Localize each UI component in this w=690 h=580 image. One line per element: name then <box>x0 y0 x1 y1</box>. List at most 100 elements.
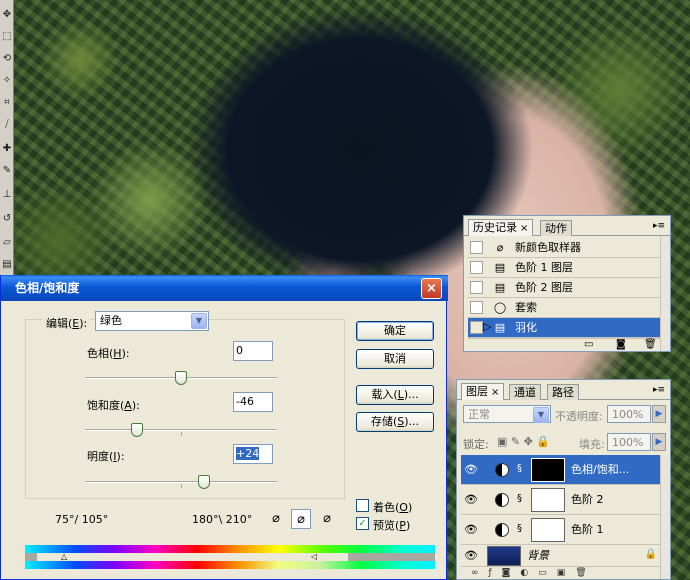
edit-range-select[interactable]: 绿色 ▼ <box>95 311 209 331</box>
history-item-selected[interactable]: ▤ 羽化 <box>468 318 662 338</box>
panel-menu-icon[interactable]: ▸≡ <box>652 384 666 396</box>
lock-icons[interactable]: ▣ ✎ ✥ 🔒 <box>497 435 550 448</box>
opacity-field[interactable]: 100% <box>607 405 651 423</box>
trash-icon[interactable]: 🗑 <box>644 339 657 350</box>
history-brush-tool-icon[interactable]: ↺ <box>1 212 13 226</box>
slider-tick <box>181 432 182 436</box>
visibility-eye-icon[interactable]: 👁 <box>463 523 479 537</box>
eyedropper-icon[interactable]: ⌀ <box>266 509 286 529</box>
opacity-arrow-icon[interactable]: ▶ <box>652 405 666 423</box>
edit-shortcut-key: E <box>72 317 80 330</box>
range-handle-inner-right[interactable]: ◁ <box>311 553 317 561</box>
magic-wand-tool-icon[interactable]: ✧ <box>1 74 13 88</box>
ok-button[interactable]: 确定 <box>356 321 434 341</box>
lasso-tool-icon[interactable]: ⟲ <box>1 52 13 66</box>
saturation-input[interactable]: -46 <box>233 392 273 412</box>
history-panel: 历史记录 × 动作 ▸≡ ⌀ 新颜色取样器 ▤ 色阶 1 图层 ▤ 色阶 2 图层… <box>463 215 671 352</box>
layer-name: 色阶 1 <box>571 523 604 536</box>
visibility-eye-icon[interactable]: 👁 <box>463 463 479 477</box>
history-item[interactable]: ▤ 色阶 1 图层 <box>468 258 662 278</box>
history-item[interactable]: ⌀ 新颜色取样器 <box>468 238 662 258</box>
eraser-tool-icon[interactable]: ▱ <box>1 236 13 250</box>
layer-row[interactable]: 👁 § 色阶 1 <box>461 515 661 545</box>
tab-channels[interactable]: 通道 <box>509 384 541 400</box>
close-icon[interactable]: × <box>491 387 499 398</box>
colorize-shortcut-key: O <box>399 501 408 514</box>
layer-icon: ▤ <box>494 261 506 274</box>
range-handle-inner-left[interactable]: △ <box>61 553 67 561</box>
history-item[interactable]: ▤ 色阶 2 图层 <box>468 278 662 298</box>
saturation-slider-track[interactable] <box>85 429 277 431</box>
slice-tool-icon[interactable]: ⧸ <box>1 118 13 132</box>
hue-slider-thumb[interactable] <box>175 371 187 385</box>
layer-name: 背景 <box>527 549 549 562</box>
cancel-button[interactable]: 取消 <box>356 349 434 369</box>
saturation-slider-thumb[interactable] <box>130 423 143 437</box>
layer-row[interactable]: 👁 § 色相/饱和... <box>461 455 661 485</box>
lightness-input[interactable]: +24 <box>233 444 273 464</box>
blend-mode-select[interactable]: 正常 ▼ <box>463 405 551 423</box>
layers-scrollbar[interactable] <box>660 455 670 579</box>
new-document-icon[interactable]: ▭ <box>584 339 593 350</box>
history-source-checkbox[interactable] <box>470 301 483 314</box>
history-scrollbar[interactable] <box>660 236 670 351</box>
range-handle-right[interactable] <box>348 553 435 561</box>
gradient-tool-icon[interactable]: ▤ <box>1 258 13 272</box>
layer-row[interactable]: 👁 § 色阶 2 <box>461 485 661 515</box>
layer-mask-thumbnail[interactable] <box>531 488 565 512</box>
layer-thumbnail[interactable] <box>487 546 521 566</box>
layer-name: 色相/饱和... <box>571 463 630 476</box>
visibility-eye-icon[interactable]: 👁 <box>463 549 479 563</box>
tab-actions[interactable]: 动作 <box>540 220 572 236</box>
layer-row[interactable]: 👁 背景 🔒 <box>461 545 661 567</box>
history-source-checkbox[interactable] <box>470 241 483 254</box>
eyedropper-subtract-icon[interactable]: ⌀ <box>317 509 337 529</box>
move-tool-icon[interactable]: ✥ <box>1 8 13 22</box>
marquee-tool-icon[interactable]: ⬚ <box>1 30 13 44</box>
edit-label: 编辑(E): <box>43 315 91 331</box>
preview-shortcut-key: P <box>399 519 406 532</box>
brush-tool-icon[interactable]: ✎ <box>1 164 13 178</box>
history-item[interactable]: ◯ 套索 <box>468 298 662 318</box>
history-source-checkbox[interactable] <box>470 321 483 334</box>
lightness-slider-thumb[interactable] <box>198 475 211 489</box>
history-source-checkbox[interactable] <box>470 261 483 274</box>
tab-history[interactable]: 历史记录 × <box>468 219 534 236</box>
crop-tool-icon[interactable]: ⌗ <box>1 96 13 110</box>
history-item-label: 新颜色取样器 <box>515 241 581 254</box>
panel-menu-icon[interactable]: ▸≡ <box>652 220 666 232</box>
tab-channels-label: 通道 <box>514 386 536 399</box>
fill-field[interactable]: 100% <box>607 433 651 451</box>
layers-panel-tabbar: 图层 × 通道 路径 ▸≡ <box>457 380 670 400</box>
layer-mask-thumbnail[interactable] <box>531 458 565 482</box>
save-button[interactable]: 存储(S)... <box>356 412 434 432</box>
close-icon: × <box>426 281 437 296</box>
dialog-title-bar[interactable]: 色相/饱和度 <box>1 275 448 301</box>
close-icon[interactable]: × <box>520 223 528 234</box>
colorize-checkbox[interactable] <box>356 499 369 512</box>
adjustment-layer-icon <box>495 523 509 537</box>
stamp-tool-icon[interactable]: ⊥ <box>1 188 13 202</box>
range-handle-left[interactable] <box>25 553 37 561</box>
lightness-slider-track[interactable] <box>85 481 277 483</box>
fill-arrow-icon[interactable]: ▶ <box>652 433 666 451</box>
range-left-readout: 75°/ 105° <box>55 513 109 526</box>
history-source-checkbox[interactable] <box>470 281 483 294</box>
snapshot-icon[interactable]: ◙ <box>616 339 626 350</box>
preview-checkbox[interactable]: ✓ <box>356 517 369 530</box>
visibility-eye-icon[interactable]: 👁 <box>463 493 479 507</box>
lasso-icon: ◯ <box>493 301 507 314</box>
hue-label-text: 色相 <box>87 347 109 360</box>
range-slider-strip[interactable]: △ ◁ <box>25 553 435 561</box>
hue-input[interactable]: 0 <box>233 341 273 361</box>
hue-shortcut-key: H <box>113 347 122 360</box>
eyedropper-add-icon[interactable]: ⌀ <box>291 509 311 529</box>
load-button[interactable]: 载入(L)... <box>356 385 434 405</box>
tab-paths[interactable]: 路径 <box>547 384 579 400</box>
layers-footer-icons[interactable]: ∞ƒ◙◐▭▣🗑 <box>461 568 661 580</box>
history-panel-tabbar: 历史记录 × 动作 ▸≡ <box>464 216 670 236</box>
layer-mask-thumbnail[interactable] <box>531 518 565 542</box>
tab-layers[interactable]: 图层 × <box>461 383 505 400</box>
healing-brush-tool-icon[interactable]: ✚ <box>1 142 13 156</box>
dialog-close-button[interactable]: × <box>421 278 442 299</box>
